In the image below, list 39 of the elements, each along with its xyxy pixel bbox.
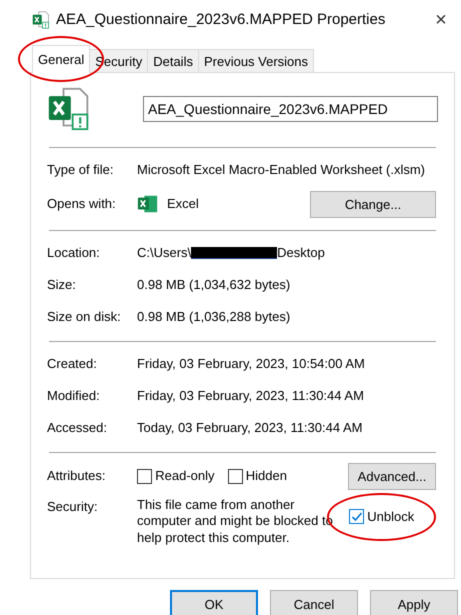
field-label: Size on disk: [47,308,122,326]
field-value: Friday, 03 February, 2023, 10:54:00 AM [137,355,365,374]
tab[interactable]: Previous Versions [198,49,314,72]
field-label: Opens with: [47,195,117,214]
field-label: Accessed: [47,419,108,438]
checkbox[interactable] [228,468,243,484]
field-label: Size: [47,276,77,294]
close-button[interactable]: × [421,5,461,35]
dialog-button[interactable]: OK [170,590,258,615]
field-label: Security: [47,498,99,516]
checkbox-label: Unblock [367,508,414,526]
field-value: Friday, 03 February, 2023, 11:30:44 AM [137,387,364,406]
spreadsheet-file-icon [47,87,91,131]
field-label: Type of file: [47,161,114,180]
tab[interactable]: Details [147,49,199,72]
dialog-button[interactable]: Cancel [270,590,358,615]
checkbox-label: Hidden [246,467,287,486]
field-label: Location: [47,244,101,262]
change-button[interactable]: Change... [310,190,436,218]
field-value: 0.98 MB (1,034,632 bytes) [137,276,290,294]
field-label: Created: [47,355,98,374]
dialog-button[interactable]: Apply [370,590,458,615]
checkbox[interactable] [137,468,152,484]
path-text: Desktop [277,244,325,262]
advanced-button[interactable]: Advanced... [348,462,436,490]
checkbox-label: Read-only [155,467,215,486]
field-value: Microsoft Excel Macro-Enabled Worksheet (.xlsm) [137,161,426,180]
field-value: Today, 03 February, 2023, 11:30:44 AM [137,419,362,438]
spreadsheet-file-icon [32,11,50,29]
app-name: Excel [167,195,200,214]
file-name-field[interactable]: AEA_Questionnaire_2023v6.MAPPED [143,96,438,122]
field-value: 0.98 MB (1,036,288 bytes) [137,308,290,326]
field-label: Modified: [47,387,101,406]
tab[interactable]: General [32,45,90,73]
checkbox[interactable] [349,509,364,524]
path-text: C:\Users\ [137,244,192,262]
window-title: AEA_Questionnaire_2023v6.MAPPED Properties [56,10,386,30]
spreadsheet-icon [137,193,159,215]
field-label: Attributes: [47,467,107,486]
